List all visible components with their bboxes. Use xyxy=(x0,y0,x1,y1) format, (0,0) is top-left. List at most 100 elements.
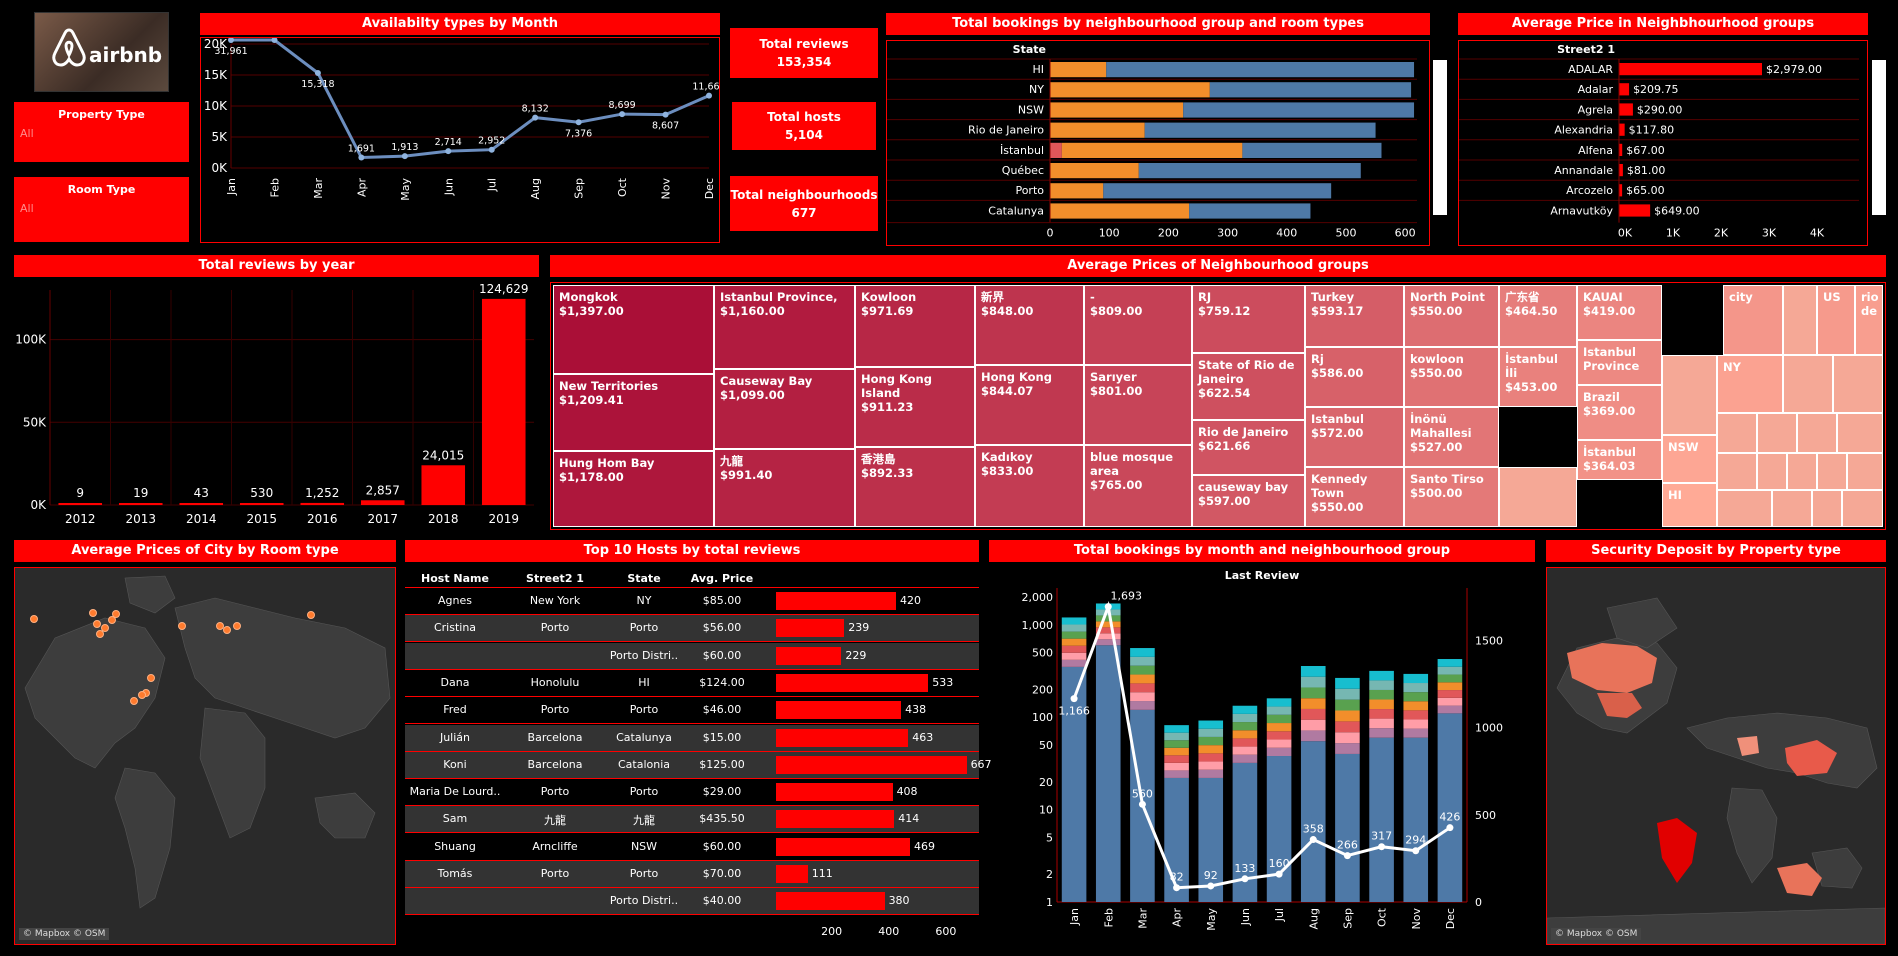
year-bar[interactable] xyxy=(300,502,345,505)
stacked-bar-segment[interactable] xyxy=(1164,770,1189,778)
treemap-cell[interactable]: Mongkok $1,397.00 xyxy=(553,285,714,374)
reviews-bar[interactable] xyxy=(776,646,842,665)
stacked-bar-segment[interactable] xyxy=(1335,721,1360,733)
stacked-bar-segment[interactable] xyxy=(1106,62,1415,78)
stacked-bar-segment[interactable] xyxy=(1300,730,1326,742)
stacked-bar-segment[interactable] xyxy=(1164,755,1189,763)
trend-point[interactable] xyxy=(1138,800,1146,808)
treemap-cell[interactable]: 新界 $848.00 xyxy=(975,285,1084,365)
reviews-bar[interactable] xyxy=(776,673,929,692)
trend-point[interactable] xyxy=(1241,875,1249,883)
treemap-cell[interactable]: rio de xyxy=(1855,285,1883,355)
treemap-cell[interactable]: Sarıyer $801.00 xyxy=(1084,365,1192,445)
stacked-bar-segment[interactable] xyxy=(1061,652,1087,660)
stacked-bar-segment[interactable] xyxy=(1335,677,1360,689)
stacked-bar-segment[interactable] xyxy=(1061,624,1087,632)
stacked-bar-segment[interactable] xyxy=(1403,728,1429,738)
stacked-bar-segment[interactable] xyxy=(1266,739,1292,748)
stacked-bar-segment[interactable] xyxy=(1335,732,1360,744)
treemap-cell[interactable]: Causeway Bay $1,099.00 xyxy=(714,369,855,449)
treemap-cell[interactable] xyxy=(1837,413,1883,453)
stacked-bar-segment[interactable] xyxy=(1050,62,1107,78)
stacked-bar-segment[interactable] xyxy=(1198,769,1224,778)
stacked-bar-segment[interactable] xyxy=(1050,122,1145,138)
treemap-cell[interactable] xyxy=(1797,413,1837,453)
treemap-cell[interactable]: İstanbul $364.03 xyxy=(1577,440,1662,480)
stacked-bar-segment[interactable] xyxy=(1266,706,1292,715)
stacked-bar-segment[interactable] xyxy=(1369,718,1394,729)
stacked-bar-segment[interactable] xyxy=(1369,709,1394,719)
table-row[interactable]: Koni Barcelona Catalonia $125.00 667 xyxy=(405,751,992,779)
availability-point[interactable] xyxy=(228,37,234,43)
stacked-bar-segment[interactable] xyxy=(1209,82,1412,98)
table-row[interactable]: Sam 九龍 九龍 $435.50 414 xyxy=(405,806,979,834)
stacked-bar-segment[interactable] xyxy=(1061,666,1087,902)
stacked-bar-segment[interactable] xyxy=(1198,720,1224,729)
treemap-cell[interactable]: Santo Tirso $500.00 xyxy=(1404,467,1499,527)
deposit-regions[interactable] xyxy=(1567,643,1837,896)
table-row[interactable]: Tomás Porto Porto $70.00 111 xyxy=(405,861,979,888)
stacked-bar-segment[interactable] xyxy=(1095,633,1121,640)
stacked-bar-segment[interactable] xyxy=(1403,719,1429,729)
treemap-cell[interactable]: NSW xyxy=(1662,435,1717,483)
table-row[interactable]: Porto Distri.. $60.00 229 xyxy=(405,642,979,670)
stacked-bar-segment[interactable] xyxy=(1369,728,1394,738)
stacked-bar-segment[interactable] xyxy=(1403,673,1429,684)
year-bar[interactable] xyxy=(239,503,284,505)
stacked-bar-segment[interactable] xyxy=(1232,746,1258,755)
reviews-bar[interactable] xyxy=(776,701,902,720)
stacked-bar-segment[interactable] xyxy=(1335,753,1360,902)
availability-point[interactable] xyxy=(662,111,669,118)
stacked-bar-segment[interactable] xyxy=(1437,682,1463,691)
price-bar[interactable] xyxy=(1619,63,1762,76)
treemap-cell[interactable] xyxy=(1833,355,1883,413)
stacked-bar-segment[interactable] xyxy=(1369,680,1394,690)
availability-point[interactable] xyxy=(706,92,712,99)
reviews-bar[interactable] xyxy=(776,728,909,747)
stacked-bar-segment[interactable] xyxy=(1061,631,1087,639)
treemap-cell[interactable]: HI xyxy=(1662,483,1717,527)
year-bar[interactable] xyxy=(118,503,163,505)
stacked-bar-segment[interactable] xyxy=(1164,725,1189,733)
stacked-bar-segment[interactable] xyxy=(1232,713,1258,723)
reviews-bar[interactable] xyxy=(776,783,893,802)
reviews-bar[interactable] xyxy=(776,619,845,638)
stacked-bar-segment[interactable] xyxy=(1300,665,1326,677)
trend-point[interactable] xyxy=(1309,836,1317,844)
treemap-cell[interactable]: Kennedy Town $550.00 xyxy=(1305,467,1404,527)
treemap-cell[interactable]: blue mosque area $765.00 xyxy=(1084,445,1192,527)
stacked-bar-segment[interactable] xyxy=(1061,142,1243,158)
stacked-bar-segment[interactable] xyxy=(1138,163,1361,179)
trend-point[interactable] xyxy=(1070,695,1078,703)
table-row[interactable]: Dana Honolulu HI $124.00 533 xyxy=(405,669,979,697)
stacked-bar-segment[interactable] xyxy=(1266,747,1292,757)
stacked-bar-segment[interactable] xyxy=(1061,645,1087,653)
treemap-cell[interactable] xyxy=(1717,490,1772,527)
stacked-bar-segment[interactable] xyxy=(1335,710,1360,722)
stacked-bar-segment[interactable] xyxy=(1266,698,1292,707)
stacked-bar-segment[interactable] xyxy=(1198,736,1224,746)
stacked-bar-segment[interactable] xyxy=(1198,728,1224,737)
stacked-bar-segment[interactable] xyxy=(1232,705,1258,714)
stacked-bar-segment[interactable] xyxy=(1130,683,1155,693)
stacked-bar-segment[interactable] xyxy=(1403,710,1429,720)
stacked-bar-segment[interactable] xyxy=(1050,82,1210,98)
stacked-bar-segment[interactable] xyxy=(1130,701,1155,710)
treemap-cell[interactable] xyxy=(1772,490,1812,527)
scrollbar[interactable] xyxy=(1872,60,1886,215)
stacked-bar-segment[interactable] xyxy=(1061,659,1087,667)
year-bar[interactable] xyxy=(179,503,224,505)
treemap-cell[interactable] xyxy=(1817,453,1847,490)
stacked-bar-segment[interactable] xyxy=(1198,761,1224,770)
stacked-bar-segment[interactable] xyxy=(1050,203,1190,219)
trend-point[interactable] xyxy=(1173,884,1181,892)
treemap-cell[interactable]: 九龍 $991.40 xyxy=(714,449,855,527)
price-bar[interactable] xyxy=(1619,164,1623,177)
stacked-bar-segment[interactable] xyxy=(1403,683,1429,693)
stacked-bar-segment[interactable] xyxy=(1437,713,1463,902)
stacked-bar-segment[interactable] xyxy=(1130,656,1155,666)
stacked-bar-segment[interactable] xyxy=(1130,665,1155,675)
table-row[interactable]: Julián Barcelona Catalunya $15.00 463 xyxy=(405,724,979,752)
table-row[interactable]: Maria De Lourd.. Porto Porto $29.00 408 xyxy=(405,779,979,807)
availability-point[interactable] xyxy=(488,146,495,153)
